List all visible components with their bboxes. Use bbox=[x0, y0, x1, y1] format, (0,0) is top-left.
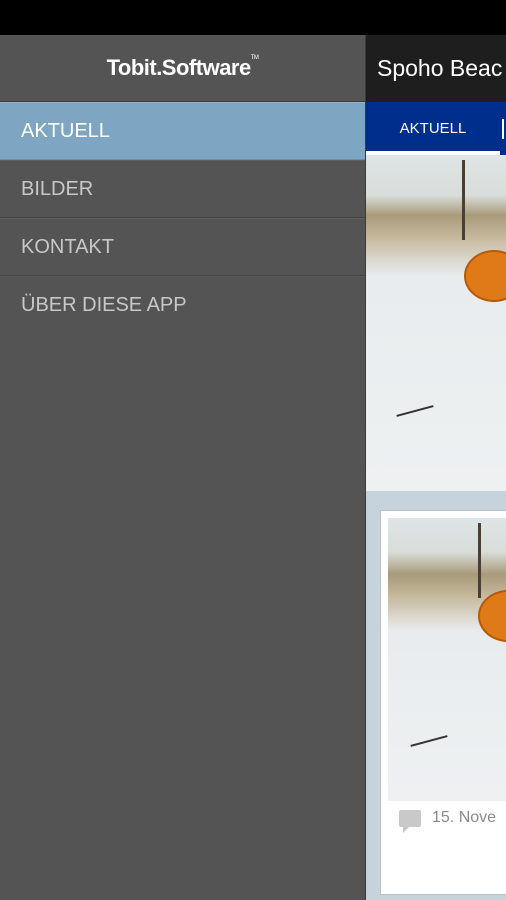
status-bar bbox=[0, 0, 506, 35]
card-date: 15. Nove bbox=[432, 809, 497, 826]
drawer-item-ueber-diese-app[interactable]: ÜBER DIESE APP bbox=[0, 276, 365, 334]
navigation-drawer: Tobit.SoftwareTM AKTUELL BILDER KONTAKT … bbox=[0, 35, 366, 900]
tree-trunk bbox=[478, 523, 481, 598]
bird bbox=[396, 405, 434, 417]
drawer-item-label: ÜBER DIESE APP bbox=[21, 294, 187, 316]
card-footer: 15. Nove bbox=[399, 809, 497, 833]
drawer-item-label: AKTUELL bbox=[21, 119, 110, 142]
orange-buoy bbox=[464, 250, 506, 302]
drawer-item-bilder[interactable]: BILDER bbox=[0, 160, 365, 218]
logo-tm: TM bbox=[250, 55, 259, 61]
header-photo[interactable] bbox=[366, 155, 506, 491]
drawer-item-label: BILDER bbox=[21, 177, 94, 200]
drawer-item-aktuell[interactable]: AKTUELL bbox=[0, 102, 365, 160]
drawer-header: Tobit.SoftwareTM bbox=[0, 35, 365, 102]
tab-bar: AKTUELL bbox=[366, 102, 506, 155]
main-content-peek: Spoho Beac AKTUELL 15. Nove bbox=[366, 35, 506, 900]
comment-icon[interactable] bbox=[399, 809, 421, 833]
app-title: Spoho Beac bbox=[377, 55, 503, 81]
drawer-item-kontakt[interactable]: KONTAKT bbox=[0, 218, 365, 276]
card-photo[interactable] bbox=[388, 518, 506, 801]
action-bar: Spoho Beac bbox=[366, 35, 506, 102]
tree-trunk bbox=[462, 160, 465, 240]
tab-aktuell[interactable]: AKTUELL bbox=[366, 102, 500, 155]
drawer-item-label: KONTAKT bbox=[21, 235, 114, 258]
news-card[interactable]: 15. Nove bbox=[380, 510, 506, 895]
tab-label: AKTUELL bbox=[399, 120, 467, 137]
tobit-software-logo: Tobit.SoftwareTM bbox=[107, 55, 259, 81]
bird bbox=[410, 735, 448, 747]
tab-divider bbox=[502, 118, 504, 139]
orange-buoy bbox=[478, 590, 506, 642]
logo-text: Tobit.Software bbox=[106, 55, 252, 80]
